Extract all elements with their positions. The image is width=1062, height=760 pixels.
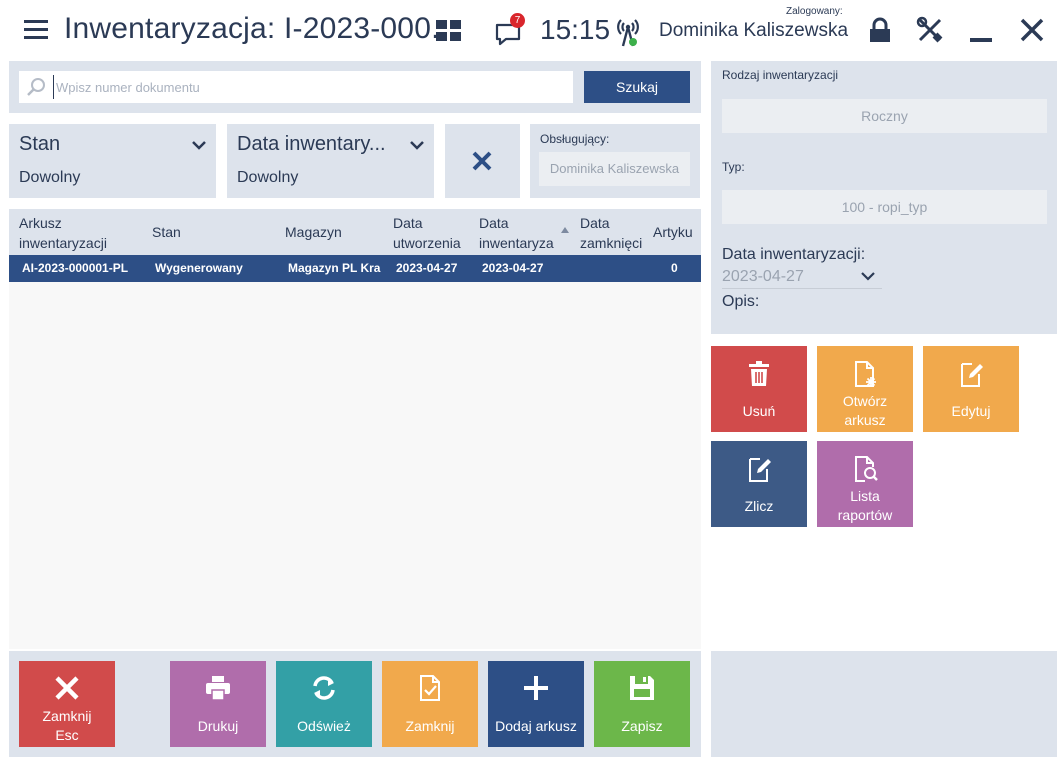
signal-icon bbox=[617, 19, 639, 47]
report-list-label-2: raportów bbox=[837, 507, 893, 523]
close-document-label: Zamknij bbox=[405, 718, 455, 734]
close-esc-button[interactable]: Zamknij Esc bbox=[19, 661, 115, 747]
edit-icon bbox=[961, 363, 983, 387]
print-label: Drukuj bbox=[197, 718, 239, 734]
typ-field[interactable]: 100 - ropi_typ bbox=[722, 190, 1047, 224]
data-inwentaryzacji-value[interactable]: 2023-04-27 bbox=[722, 268, 804, 286]
close-icon[interactable] bbox=[1018, 16, 1046, 44]
filter-stan-value: Dowolny bbox=[19, 169, 81, 186]
grid-icon[interactable] bbox=[436, 20, 462, 42]
close-esc-label-2: Esc bbox=[55, 727, 79, 743]
inventory-table: Arkusz inwentaryzacji Stan Magazyn Data ut… bbox=[9, 209, 701, 649]
cell-stan: Wygenerowany bbox=[155, 261, 243, 275]
count-label: Zlicz bbox=[744, 498, 774, 514]
edit-button[interactable]: Edytuj bbox=[923, 346, 1019, 432]
details-panel: Rodzaj inwentaryzacji Roczny Typ: 100 - … bbox=[711, 61, 1057, 334]
filter-data-value: Dowolny bbox=[237, 169, 299, 186]
chevron-down-icon bbox=[192, 141, 206, 150]
count-button[interactable]: Zlicz bbox=[711, 441, 807, 527]
delete-label: Usuń bbox=[742, 403, 776, 419]
filter-data-label: Data inwentary... bbox=[237, 133, 386, 155]
chevron-down-icon bbox=[410, 141, 424, 150]
table-row[interactable]: AI-2023-000001-PL Wygenerowany Magazyn P… bbox=[9, 255, 701, 282]
notification-badge: 7 bbox=[510, 13, 525, 28]
close-document-button[interactable]: Zamknij bbox=[382, 661, 478, 747]
open-sheet-label-1: Otwórz bbox=[842, 393, 888, 409]
opis-label: Opis: bbox=[722, 293, 760, 310]
col-data-inwentaryzacji[interactable]: Data inwentaryza bbox=[479, 213, 557, 253]
save-button[interactable]: Zapisz bbox=[594, 661, 690, 747]
typ-label: Typ: bbox=[722, 160, 745, 174]
refresh-button[interactable]: Odśwież bbox=[276, 661, 372, 747]
filter-obslugujacy: Obsługujący: Dominika Kaliszewska bbox=[530, 124, 700, 198]
plus-icon bbox=[524, 676, 548, 700]
col-stan[interactable]: Stan bbox=[152, 222, 272, 242]
col-data-zamkniecia[interactable]: Data zamknięci bbox=[580, 213, 646, 253]
report-list-icon bbox=[855, 456, 878, 482]
filter-obslugujacy-value[interactable]: Dominika Kaliszewska bbox=[539, 152, 690, 186]
refresh-label: Odśwież bbox=[297, 718, 351, 734]
clear-icon bbox=[472, 151, 492, 171]
clear-filters-button[interactable] bbox=[445, 124, 520, 198]
clock: 15:15 bbox=[540, 14, 611, 45]
close-x-icon bbox=[55, 676, 79, 700]
page-title: Inwentaryzacja: I-2023-000... bbox=[64, 12, 457, 45]
edit-label: Edytuj bbox=[951, 403, 991, 419]
count-icon bbox=[749, 458, 771, 482]
chevron-down-icon[interactable] bbox=[861, 272, 875, 282]
cell-arkusz: AI-2023-000001-PL bbox=[22, 261, 129, 275]
save-icon bbox=[630, 676, 654, 700]
save-label: Zapisz bbox=[621, 718, 663, 734]
col-arkusz[interactable]: Arkusz inwentaryzacji bbox=[19, 213, 149, 253]
open-sheet-icon bbox=[855, 361, 876, 387]
add-sheet-button[interactable]: Dodaj arkusz bbox=[488, 661, 584, 747]
col-magazyn[interactable]: Magazyn bbox=[285, 222, 385, 242]
close-esc-label-1: Zamknij bbox=[42, 708, 92, 724]
table-header: Arkusz inwentaryzacji Stan Magazyn Data ut… bbox=[9, 209, 701, 255]
filter-stan[interactable]: Stan Dowolny bbox=[9, 124, 216, 198]
report-list-label-1: Lista bbox=[850, 488, 880, 504]
col-artykuly[interactable]: Artyku bbox=[653, 222, 701, 242]
user-name: Dominika Kaliszewska bbox=[659, 20, 849, 41]
cell-data-utworzenia: 2023-04-27 bbox=[396, 261, 458, 275]
app-header: Inwentaryzacja: I-2023-000... 7 15:15 Za… bbox=[0, 0, 1062, 60]
filter-data[interactable]: Data inwentary... Dowolny bbox=[227, 124, 434, 198]
data-inwentaryzacji-label: Data inwentaryzacji: bbox=[722, 246, 866, 263]
search-button[interactable]: Szukaj bbox=[584, 71, 690, 103]
open-sheet-button[interactable]: Otwórz arkusz bbox=[817, 346, 913, 432]
cell-data-inwentaryzacji: 2023-04-27 bbox=[482, 261, 544, 275]
filter-obslugujacy-label: Obsługujący: bbox=[540, 132, 610, 146]
lock-icon[interactable] bbox=[866, 16, 894, 44]
rodzaj-field[interactable]: Roczny bbox=[722, 99, 1047, 133]
report-list-button[interactable]: Lista raportów bbox=[817, 441, 913, 527]
search-box bbox=[19, 71, 573, 103]
add-sheet-label: Dodaj arkusz bbox=[495, 718, 577, 734]
logged-label: Zalogowany: bbox=[786, 6, 843, 17]
date-underline bbox=[722, 288, 882, 289]
bottom-right-panel bbox=[711, 651, 1057, 757]
print-button[interactable]: Drukuj bbox=[170, 661, 266, 747]
open-sheet-label-2: arkusz bbox=[844, 412, 886, 428]
rodzaj-label: Rodzaj inwentaryzacji bbox=[722, 68, 839, 82]
print-icon bbox=[206, 676, 230, 701]
search-icon bbox=[27, 78, 45, 96]
search-input[interactable] bbox=[53, 75, 563, 99]
close-document-icon bbox=[420, 675, 440, 701]
col-data-utworzenia[interactable]: Data utworzenia bbox=[393, 213, 473, 253]
minimize-icon[interactable] bbox=[968, 16, 996, 44]
hamburger-icon[interactable] bbox=[24, 20, 48, 40]
cell-artykuly: 0 bbox=[671, 261, 678, 275]
search-panel: Szukaj bbox=[9, 61, 701, 113]
filter-stan-label: Stan bbox=[19, 133, 61, 155]
trash-icon bbox=[749, 361, 769, 386]
refresh-icon bbox=[313, 676, 335, 700]
sort-asc-icon bbox=[561, 227, 569, 233]
tools-icon[interactable] bbox=[916, 16, 944, 44]
cell-magazyn: Magazyn PL Krak bbox=[288, 261, 381, 275]
delete-button[interactable]: Usuń bbox=[711, 346, 807, 432]
